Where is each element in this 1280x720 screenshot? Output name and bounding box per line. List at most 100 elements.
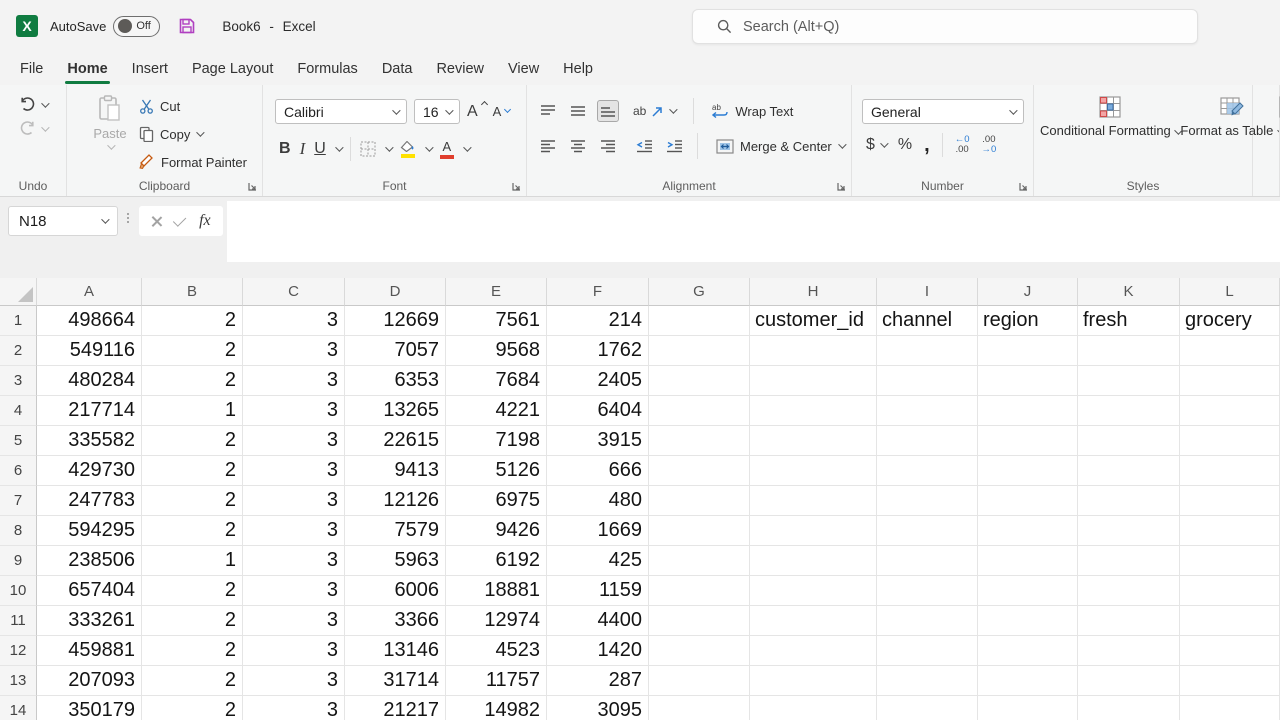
cell-D7[interactable]: 12126 — [345, 486, 446, 516]
font-size-select[interactable]: 16 — [414, 99, 460, 124]
cell-F6[interactable]: 666 — [547, 456, 649, 486]
row-header-3[interactable]: 3 — [0, 366, 37, 396]
cell-J1[interactable]: region — [978, 306, 1078, 336]
cell-F5[interactable]: 3915 — [547, 426, 649, 456]
cell-H3[interactable] — [750, 366, 877, 396]
column-header-J[interactable]: J — [978, 278, 1078, 306]
alignment-dialog-launcher-icon[interactable] — [837, 182, 846, 191]
tab-page-layout[interactable]: Page Layout — [180, 52, 285, 85]
cell-C3[interactable]: 3 — [243, 366, 345, 396]
comma-style-button[interactable]: , — [924, 134, 930, 157]
cell-C12[interactable]: 3 — [243, 636, 345, 666]
tab-data[interactable]: Data — [370, 52, 425, 85]
cell-D13[interactable]: 31714 — [345, 666, 446, 696]
cell-I2[interactable] — [877, 336, 978, 366]
cell-E3[interactable]: 7684 — [446, 366, 547, 396]
column-header-A[interactable]: A — [37, 278, 142, 306]
decrease-indent-button[interactable] — [633, 135, 655, 157]
number-format-select[interactable]: General — [862, 99, 1024, 124]
cell-C7[interactable]: 3 — [243, 486, 345, 516]
cell-A1[interactable]: 498664 — [37, 306, 142, 336]
cell-A4[interactable]: 217714 — [37, 396, 142, 426]
cell-D9[interactable]: 5963 — [345, 546, 446, 576]
column-header-H[interactable]: H — [750, 278, 877, 306]
cell-B14[interactable]: 2 — [142, 696, 243, 720]
cell-B8[interactable]: 2 — [142, 516, 243, 546]
cell-K2[interactable] — [1078, 336, 1180, 366]
cell-I13[interactable] — [877, 666, 978, 696]
cell-L13[interactable] — [1180, 666, 1280, 696]
row-header-13[interactable]: 13 — [0, 666, 37, 696]
fill-color-dropdown-icon[interactable] — [425, 143, 433, 151]
cell-A2[interactable]: 549116 — [37, 336, 142, 366]
cell-K13[interactable] — [1078, 666, 1180, 696]
cell-C6[interactable]: 3 — [243, 456, 345, 486]
cell-A12[interactable]: 459881 — [37, 636, 142, 666]
cell-D14[interactable]: 21217 — [345, 696, 446, 720]
tab-view[interactable]: View — [496, 52, 551, 85]
cell-J13[interactable] — [978, 666, 1078, 696]
cell-J11[interactable] — [978, 606, 1078, 636]
cell-G13[interactable] — [649, 666, 750, 696]
font-dialog-launcher-icon[interactable] — [512, 182, 521, 191]
align-bottom-button[interactable] — [597, 100, 619, 122]
cell-A9[interactable]: 238506 — [37, 546, 142, 576]
cell-K11[interactable] — [1078, 606, 1180, 636]
cell-J9[interactable] — [978, 546, 1078, 576]
column-header-K[interactable]: K — [1078, 278, 1180, 306]
row-header-6[interactable]: 6 — [0, 456, 37, 486]
cell-H6[interactable] — [750, 456, 877, 486]
format-painter-button[interactable]: Format Painter — [139, 152, 247, 172]
cell-L12[interactable] — [1180, 636, 1280, 666]
column-header-B[interactable]: B — [142, 278, 243, 306]
row-header-9[interactable]: 9 — [0, 546, 37, 576]
cell-H8[interactable] — [750, 516, 877, 546]
cell-L9[interactable] — [1180, 546, 1280, 576]
cell-C14[interactable]: 3 — [243, 696, 345, 720]
cell-J2[interactable] — [978, 336, 1078, 366]
cell-F10[interactable]: 1159 — [547, 576, 649, 606]
cell-D12[interactable]: 13146 — [345, 636, 446, 666]
cell-H11[interactable] — [750, 606, 877, 636]
row-header-14[interactable]: 14 — [0, 696, 37, 720]
cell-L11[interactable] — [1180, 606, 1280, 636]
tab-formulas[interactable]: Formulas — [285, 52, 369, 85]
tab-review[interactable]: Review — [424, 52, 496, 85]
row-header-7[interactable]: 7 — [0, 486, 37, 516]
cell-E10[interactable]: 18881 — [446, 576, 547, 606]
cell-F1[interactable]: 214 — [547, 306, 649, 336]
undo-dropdown-icon[interactable] — [41, 99, 49, 107]
cell-C9[interactable]: 3 — [243, 546, 345, 576]
cell-E12[interactable]: 4523 — [446, 636, 547, 666]
cell-E14[interactable]: 14982 — [446, 696, 547, 720]
cell-J4[interactable] — [978, 396, 1078, 426]
cell-J14[interactable] — [978, 696, 1078, 720]
cell-L7[interactable] — [1180, 486, 1280, 516]
tab-file[interactable]: File — [8, 52, 55, 85]
cell-J7[interactable] — [978, 486, 1078, 516]
cell-G6[interactable] — [649, 456, 750, 486]
cell-K12[interactable] — [1078, 636, 1180, 666]
formula-input[interactable] — [227, 201, 1280, 262]
cell-G7[interactable] — [649, 486, 750, 516]
wrap-text-button[interactable]: ab Wrap Text — [712, 103, 793, 119]
cell-I11[interactable] — [877, 606, 978, 636]
row-header-1[interactable]: 1 — [0, 306, 37, 336]
cell-I3[interactable] — [877, 366, 978, 396]
cell-J8[interactable] — [978, 516, 1078, 546]
cell-B4[interactable]: 1 — [142, 396, 243, 426]
cell-G8[interactable] — [649, 516, 750, 546]
cell-B5[interactable]: 2 — [142, 426, 243, 456]
name-box-dropdown-icon[interactable] — [101, 215, 109, 223]
underline-dropdown-icon[interactable] — [335, 143, 343, 151]
cell-L1[interactable]: grocery — [1180, 306, 1280, 336]
cell-J5[interactable] — [978, 426, 1078, 456]
column-header-E[interactable]: E — [446, 278, 547, 306]
row-header-8[interactable]: 8 — [0, 516, 37, 546]
cell-K8[interactable] — [1078, 516, 1180, 546]
cell-G5[interactable] — [649, 426, 750, 456]
column-header-I[interactable]: I — [877, 278, 978, 306]
increase-indent-button[interactable] — [663, 135, 685, 157]
cell-G4[interactable] — [649, 396, 750, 426]
copy-button[interactable]: Copy — [139, 124, 247, 144]
